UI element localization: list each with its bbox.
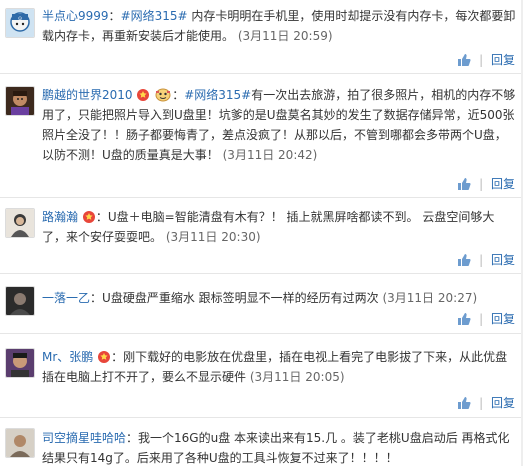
comment-date: (3月11日: [165, 230, 218, 244]
comment-feed: ⊙ 半点心9999：#网络315# 内存卡明明在手机里，使用时却提示没有内存卡，…: [0, 0, 523, 466]
avatar[interactable]: [5, 348, 35, 378]
comment-time: 20:59): [293, 29, 333, 43]
comment-body: 司空摘星哇哈哈：我一个16G的u盘 本来读出来有15.几 。装了老桃U盘启动后 …: [42, 431, 510, 465]
star-badge-icon: [137, 89, 150, 101]
divider: |: [479, 253, 484, 267]
comment-actions: | 回复: [457, 395, 515, 411]
comment-actions: | 回复: [457, 176, 515, 192]
comment-date: (3月11日: [249, 370, 302, 384]
comment-time: 20:30): [221, 230, 261, 244]
username-link[interactable]: 路瀚瀚: [42, 210, 78, 224]
thumbs-up-icon[interactable]: [457, 53, 471, 67]
reply-link[interactable]: 回复: [491, 53, 515, 67]
avatar[interactable]: [5, 86, 35, 116]
avatar[interactable]: ⊙: [5, 8, 35, 38]
comment-item: 路瀚瀚 ：U盘＋电脑=智能清盘有木有？！ 插上就黑屏啥都读不到。 云盘空间够大了…: [0, 198, 523, 274]
comment-body: 路瀚瀚 ：U盘＋电脑=智能清盘有木有？！ 插上就黑屏啥都读不到。 云盘空间够大了…: [42, 210, 495, 244]
username-link[interactable]: 半点心9999: [42, 9, 109, 23]
comment-date: (3月11日: [222, 148, 275, 162]
reply-link[interactable]: 回复: [491, 177, 515, 191]
username-link[interactable]: Mr、张鹏: [42, 350, 93, 364]
star-badge-icon: [98, 351, 111, 363]
thumbs-up-icon[interactable]: [457, 396, 471, 410]
comment-actions: | 回复: [457, 252, 515, 268]
divider: |: [479, 53, 484, 67]
reply-link[interactable]: 回复: [491, 396, 515, 410]
username-link[interactable]: 一落一乙: [42, 291, 90, 305]
emoji-icon: [155, 88, 171, 102]
divider: |: [479, 396, 484, 410]
comment-body: 鹏越的世界2010 ：#网络315#有一次出去旅游，拍了很多照片，相机的内存不够…: [42, 88, 516, 162]
svg-text:⊙: ⊙: [18, 16, 22, 22]
comment-body: Mr、张鹏 ：刚下载好的电影放在优盘里，插在电视上看完了电影拔了下来，从此优盘插…: [42, 350, 508, 384]
avatar[interactable]: [5, 208, 35, 238]
comment-time: 20:27): [437, 291, 478, 305]
comment-item: Mr、张鹏 ：刚下载好的电影放在优盘里，插在电视上看完了电影拔了下来，从此优盘插…: [0, 334, 523, 418]
comment-body: 一落一乙：U盘硬盘严重缩水 跟标签明显不一样的经历有过两次 (3月11日 20:…: [42, 291, 478, 305]
comment-text: U盘＋电脑=智能清盘有木有？！ 插上就黑屏啥都读不到。 云盘空间够大了，来个安仔…: [42, 210, 495, 244]
username-link[interactable]: 司空摘星哇哈哈: [42, 431, 126, 445]
thumbs-up-icon[interactable]: [457, 312, 471, 326]
divider: |: [479, 312, 484, 326]
topic-link[interactable]: #网络315#: [121, 9, 188, 23]
comment-item: 鹏越的世界2010 ：#网络315#有一次出去旅游，拍了很多照片，相机的内存不够…: [0, 74, 523, 198]
comment-item: 司空摘星哇哈哈：我一个16G的u盘 本来读出来有15.几 。装了老桃U盘启动后 …: [0, 418, 523, 466]
reply-link[interactable]: 回复: [491, 253, 515, 267]
comment-actions: | 回复: [457, 311, 515, 327]
avatar[interactable]: [5, 286, 35, 316]
topic-link[interactable]: #网络315#: [184, 88, 251, 102]
comment-item: ⊙ 半点心9999：#网络315# 内存卡明明在手机里，使用时却提示没有内存卡，…: [0, 0, 523, 74]
divider: |: [479, 177, 484, 191]
thumbs-up-icon[interactable]: [457, 253, 471, 267]
username-link[interactable]: 鹏越的世界2010: [42, 88, 133, 102]
comment-actions: | 回复: [457, 52, 515, 68]
comment-time: 20:05): [305, 370, 345, 384]
avatar[interactable]: [5, 428, 35, 458]
star-badge-icon: [82, 211, 95, 223]
comment-body: 半点心9999：#网络315# 内存卡明明在手机里，使用时却提示没有内存卡，每次…: [42, 9, 516, 43]
comment-date: (3月11日: [237, 29, 290, 43]
comment-time: 20:42): [278, 148, 318, 162]
comment-item: 一落一乙：U盘硬盘严重缩水 跟标签明显不一样的经历有过两次 (3月11日 20:…: [0, 274, 523, 334]
comment-text: U盘硬盘严重缩水 跟标签明显不一样的经历有过两次: [102, 291, 379, 305]
comment-date: (3月11日: [382, 291, 435, 305]
thumbs-up-icon[interactable]: [457, 177, 471, 191]
reply-link[interactable]: 回复: [491, 312, 515, 326]
